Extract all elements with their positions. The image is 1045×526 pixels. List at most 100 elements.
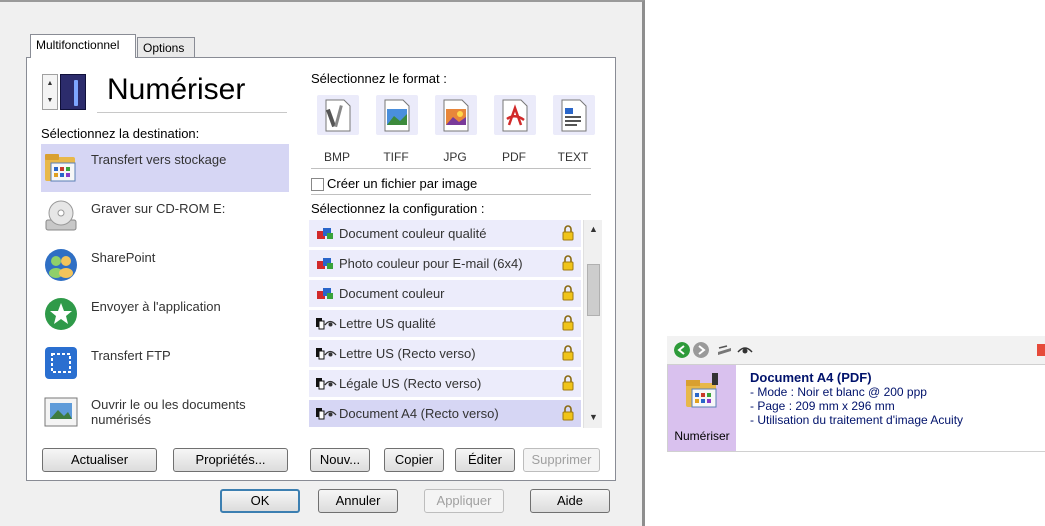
divider [97,112,287,113]
text-file-icon [561,99,587,132]
format-jpg[interactable]: JPG [427,92,483,168]
summary-line: - Mode : Noir et blanc @ 200 ppp [750,385,927,399]
one-file-per-image-label: Créer un fichier par image [327,176,478,191]
delete-button[interactable]: Supprimer [523,448,600,472]
action-title: Numériser [107,73,246,106]
cancel-button[interactable]: Annuler [318,489,398,513]
close-icon[interactable] [1037,344,1045,356]
spinner-down-icon[interactable]: ▼ [43,92,57,109]
configuration-scrollbar[interactable]: ▲ ▼ [583,220,602,428]
format-bmp[interactable]: BMP [309,92,365,168]
lock-icon [562,375,574,391]
color-config-icon [317,258,333,269]
destination-item[interactable]: Transfert FTP [41,340,289,388]
summary-line: - Utilisation du traitement d'image Acui… [750,413,964,427]
jpg-file-icon [443,99,469,132]
new-button[interactable]: Nouv... [310,448,370,472]
spinner-up-icon[interactable]: ▲ [43,75,57,92]
checkbox-box[interactable] [311,178,324,191]
format-label: Sélectionnez le format : [311,71,447,86]
bmp-file-icon [325,99,351,132]
destination-label-text: Graver sur CD-ROM E: [91,201,226,216]
configuration-item[interactable]: Document couleur [309,280,581,307]
copy-button[interactable]: Copier [384,448,444,472]
back-arrow-icon[interactable] [674,342,690,358]
color-config-icon [317,228,333,239]
destination-label-text: Envoyer à l'application [91,299,221,314]
configuration-label-text: Document couleur [339,286,445,301]
action-spinner[interactable]: ▲ ▼ [42,74,58,110]
summary-line: - Page : 209 mm x 296 mm [750,399,895,413]
sharepoint-icon [45,249,77,281]
divider [311,194,591,195]
format-tiff[interactable]: TIFF [368,92,424,168]
format-selector[interactable]: BMP TIFF JPG PDF TEXT [309,92,603,168]
destination-label-text: Transfert FTP [91,348,171,363]
destination-label: Sélectionnez la destination: [41,126,200,141]
help-button[interactable]: Aide [530,489,610,513]
apply-button[interactable]: Appliquer [424,489,504,513]
configuration-item[interactable]: Légale US (Recto verso) [309,370,581,397]
configuration-item[interactable]: Lettre US (Recto verso) [309,340,581,367]
destination-item[interactable]: SharePoint [41,242,289,290]
scan-shortcut-label: Numériser [674,429,730,443]
format-pdf-tile [494,95,536,135]
bw-duplex-config-icon [316,348,337,360]
configuration-item[interactable]: Document A4 (Recto verso) [309,400,581,427]
destination-label-text: Transfert vers stockage [91,152,227,167]
destination-item[interactable]: Transfert vers stockage [41,144,289,192]
forward-arrow-icon[interactable] [693,342,709,358]
send-to-app-icon [45,298,77,330]
eye-icon[interactable] [737,342,753,358]
lock-icon [562,225,574,241]
side-content: Numériser Document A4 (PDF) - Mode : Noi… [667,364,1045,452]
destination-list[interactable]: Transfert vers stockage Graver sur CD-RO… [41,144,289,436]
folder-storage-icon [686,373,718,408]
configuration-label-text: Photo couleur pour E-mail (6x4) [339,256,523,271]
scanner-icon[interactable] [717,342,733,358]
tab-options[interactable]: Options [137,37,195,57]
bw-duplex-config-icon [316,408,337,420]
scan-shortcut-button[interactable]: Numériser [668,365,736,451]
refresh-button[interactable]: Actualiser [42,448,157,472]
destination-item[interactable]: Graver sur CD-ROM E: [41,193,289,241]
destination-label-text: SharePoint [91,250,156,265]
configuration-item[interactable]: Lettre US qualité [309,310,581,337]
ok-button[interactable]: OK [220,489,300,513]
lock-icon [562,285,574,301]
edit-button[interactable]: Éditer [455,448,515,472]
configuration-label-text: Document A4 (Recto verso) [339,406,499,421]
tab-multifonctionnel[interactable]: Multifonctionnel [30,34,136,58]
format-jpg-tile [435,95,477,135]
scan-dialog: Multifonctionnel Options ▲ ▼ Numériser S… [0,0,645,526]
configuration-item[interactable]: Document couleur qualité [309,220,581,247]
tiff-file-icon [384,99,410,132]
scroll-down-icon[interactable]: ▼ [589,412,598,422]
destination-item[interactable]: Envoyer à l'application [41,291,289,339]
properties-button[interactable]: Propriétés... [173,448,288,472]
format-pdf[interactable]: PDF [486,92,542,168]
lock-icon [562,315,574,331]
configuration-item[interactable]: Photo couleur pour E-mail (6x4) [309,250,581,277]
scroll-up-icon[interactable]: ▲ [589,224,598,234]
format-bmp-tile [317,95,359,135]
format-pdf-label: PDF [502,150,526,164]
scroll-thumb[interactable] [587,264,600,316]
format-jpg-label: JPG [443,150,467,164]
color-config-icon [317,288,333,299]
lock-icon [562,255,574,271]
bw-duplex-config-icon [316,378,337,390]
pdf-file-icon [502,99,528,132]
lock-icon [562,405,574,421]
format-text[interactable]: TEXT [545,92,601,168]
ftp-icon [45,347,77,379]
destination-item[interactable]: Ouvrir le ou les documents numérisés [41,389,289,437]
tab-panel: ▲ ▼ Numériser Sélectionnez la destinatio… [26,57,616,481]
format-tiff-tile [376,95,418,135]
configuration-list[interactable]: Document couleur qualité Photo couleur po… [309,220,602,428]
led-display-icon [60,74,86,110]
cd-rom-icon [45,200,77,231]
side-toolbar [667,336,1045,364]
lock-icon [562,345,574,361]
configuration-label-text: Lettre US qualité [339,316,436,331]
